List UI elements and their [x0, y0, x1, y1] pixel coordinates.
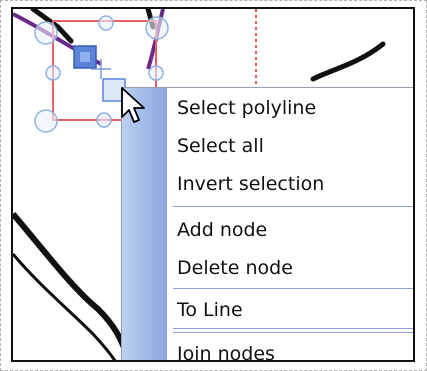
menu-item-to-line[interactable]: To Line [177, 292, 413, 328]
menu-separator [173, 328, 413, 329]
menu-item-select-polyline[interactable]: Select polyline [177, 90, 413, 126]
menu-separator [173, 332, 413, 333]
menu-item-add-node[interactable]: Add node [177, 212, 413, 248]
menu-item-invert-selection[interactable]: Invert selection [177, 166, 413, 202]
menu-separator [173, 206, 413, 207]
resize-handle[interactable] [148, 65, 164, 81]
resize-handle[interactable] [34, 109, 58, 133]
mouse-pointer-icon [121, 87, 145, 123]
selected-node-inner [80, 52, 90, 62]
menu-item-select-all[interactable]: Select all [177, 128, 413, 164]
menu-gutter [122, 88, 167, 360]
context-menu[interactable]: Select polyline Select all Invert select… [121, 87, 413, 360]
menu-separator [173, 288, 413, 289]
resize-handle[interactable] [96, 112, 112, 128]
black-curve [13, 212, 132, 360]
drawing-viewport[interactable]: Select polyline Select all Invert select… [11, 7, 415, 362]
resize-handle[interactable] [34, 21, 58, 45]
menu-item-delete-node[interactable]: Delete node [177, 250, 413, 286]
resize-handle[interactable] [45, 65, 61, 81]
black-curve-thin [13, 253, 117, 360]
menu-item-join-nodes[interactable]: Join nodes [177, 336, 413, 360]
resize-handle[interactable] [145, 16, 169, 40]
black-curve-right [310, 41, 386, 82]
resize-handle[interactable] [98, 15, 114, 31]
